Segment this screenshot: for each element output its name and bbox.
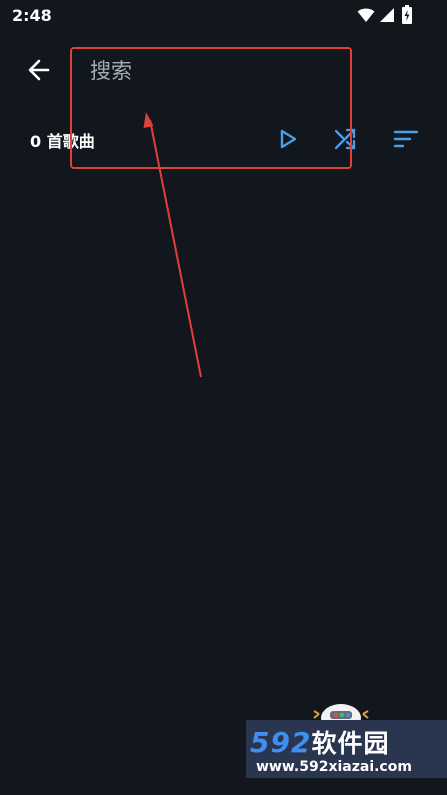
watermark-title: 592软件园 (250, 724, 389, 760)
watermark-number: 592 (250, 726, 312, 759)
signal-icon (380, 8, 394, 22)
music-search-screen: 2:48 0 首歌曲 (0, 0, 447, 795)
battery-icon (402, 5, 412, 24)
status-bar: 2:48 (0, 0, 447, 32)
watermark-text: 软件园 (311, 729, 390, 758)
wifi-icon (357, 8, 375, 22)
sort-button[interactable] (390, 124, 422, 154)
arrow-left-icon (28, 59, 50, 81)
status-time: 2:48 (12, 6, 52, 25)
watermark: 592软件园 www.592xiazai.com (246, 700, 447, 795)
status-icons (357, 5, 417, 24)
annotation-highlight-box (70, 47, 352, 169)
watermark-url: www.592xiazai.com (256, 759, 412, 775)
sort-icon (393, 130, 419, 148)
back-button[interactable] (24, 56, 56, 84)
